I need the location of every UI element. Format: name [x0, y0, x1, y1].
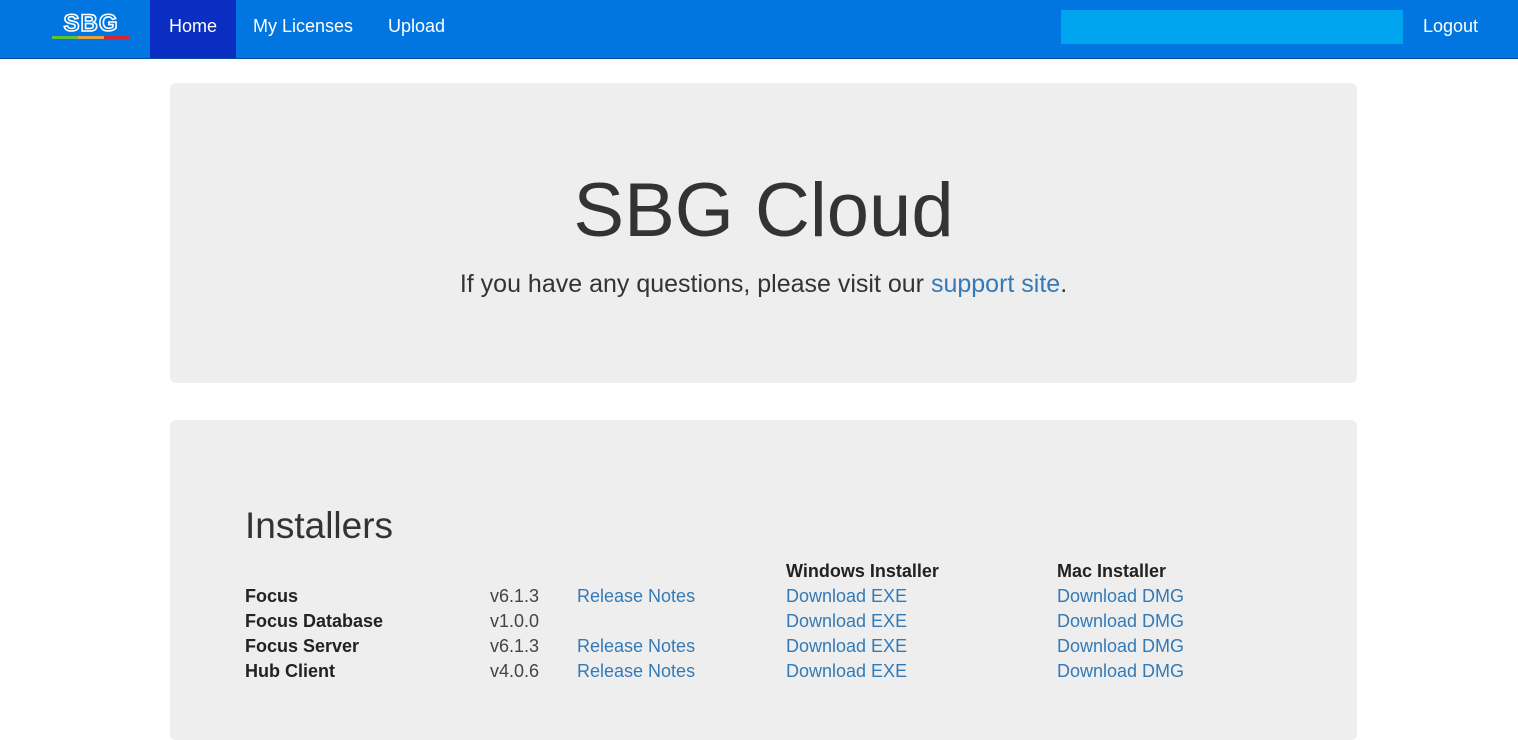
sbg-logo[interactable]: SBG: [40, 0, 142, 58]
product-name: Hub Client: [245, 661, 335, 681]
hero-jumbotron: SBG Cloud If you have any questions, ple…: [170, 83, 1357, 383]
download-dmg-link[interactable]: Download DMG: [1057, 586, 1184, 606]
download-exe-link[interactable]: Download EXE: [786, 636, 907, 656]
download-exe-link[interactable]: Download EXE: [786, 661, 907, 681]
nav-upload[interactable]: Upload: [369, 0, 464, 58]
top-navbar: SBG Home My Licenses Upload Logout: [0, 0, 1518, 59]
nav-my-licenses[interactable]: My Licenses: [234, 0, 372, 58]
page-title: SBG Cloud: [573, 168, 954, 253]
hero-text-after: .: [1060, 270, 1068, 298]
download-exe-link[interactable]: Download EXE: [786, 611, 907, 631]
installer-row: Focus Server v6.1.3 Release Notes Downlo…: [170, 636, 1357, 661]
release-notes-link[interactable]: Release Notes: [577, 661, 695, 681]
hero-text-before: If you have any questions, please visit …: [459, 270, 931, 298]
installers-panel: Installers Windows Installer Mac Install…: [170, 420, 1357, 740]
sbg-logo-graphic: SBG: [52, 11, 130, 39]
installer-row: Hub Client v4.0.6 Release Notes Download…: [170, 661, 1357, 686]
download-dmg-link[interactable]: Download DMG: [1057, 611, 1184, 631]
product-version: v6.1.3: [490, 636, 540, 656]
product-name: Focus: [245, 586, 299, 606]
download-dmg-link[interactable]: Download DMG: [1057, 636, 1184, 656]
installers-heading: Installers: [245, 505, 394, 546]
release-notes-link[interactable]: Release Notes: [577, 586, 695, 606]
logout-button[interactable]: Logout: [1404, 0, 1497, 58]
hero-subtitle: If you have any questions, please visit …: [170, 269, 1357, 299]
product-version: v6.1.3: [490, 586, 540, 606]
mac-installer-header: Mac Installer: [1057, 561, 1167, 581]
download-dmg-link[interactable]: Download DMG: [1057, 661, 1184, 681]
support-site-link[interactable]: support site: [931, 270, 1060, 298]
windows-installer-header: Windows Installer: [786, 561, 939, 581]
search-input[interactable]: [1061, 10, 1403, 44]
product-version: v4.0.6: [490, 661, 540, 681]
release-notes-link[interactable]: Release Notes: [577, 636, 695, 656]
product-name: Focus Database: [245, 611, 384, 631]
nav-home[interactable]: Home: [150, 0, 237, 58]
product-version: v1.0.0: [490, 611, 540, 631]
product-name: Focus Server: [245, 636, 360, 656]
download-exe-link[interactable]: Download EXE: [786, 586, 907, 606]
installer-row: Focus v6.1.3 Release Notes Download EXE …: [170, 586, 1357, 611]
svg-text:SBG: SBG: [63, 11, 118, 37]
installer-row: Focus Database v1.0.0 Download EXE Downl…: [170, 611, 1357, 636]
